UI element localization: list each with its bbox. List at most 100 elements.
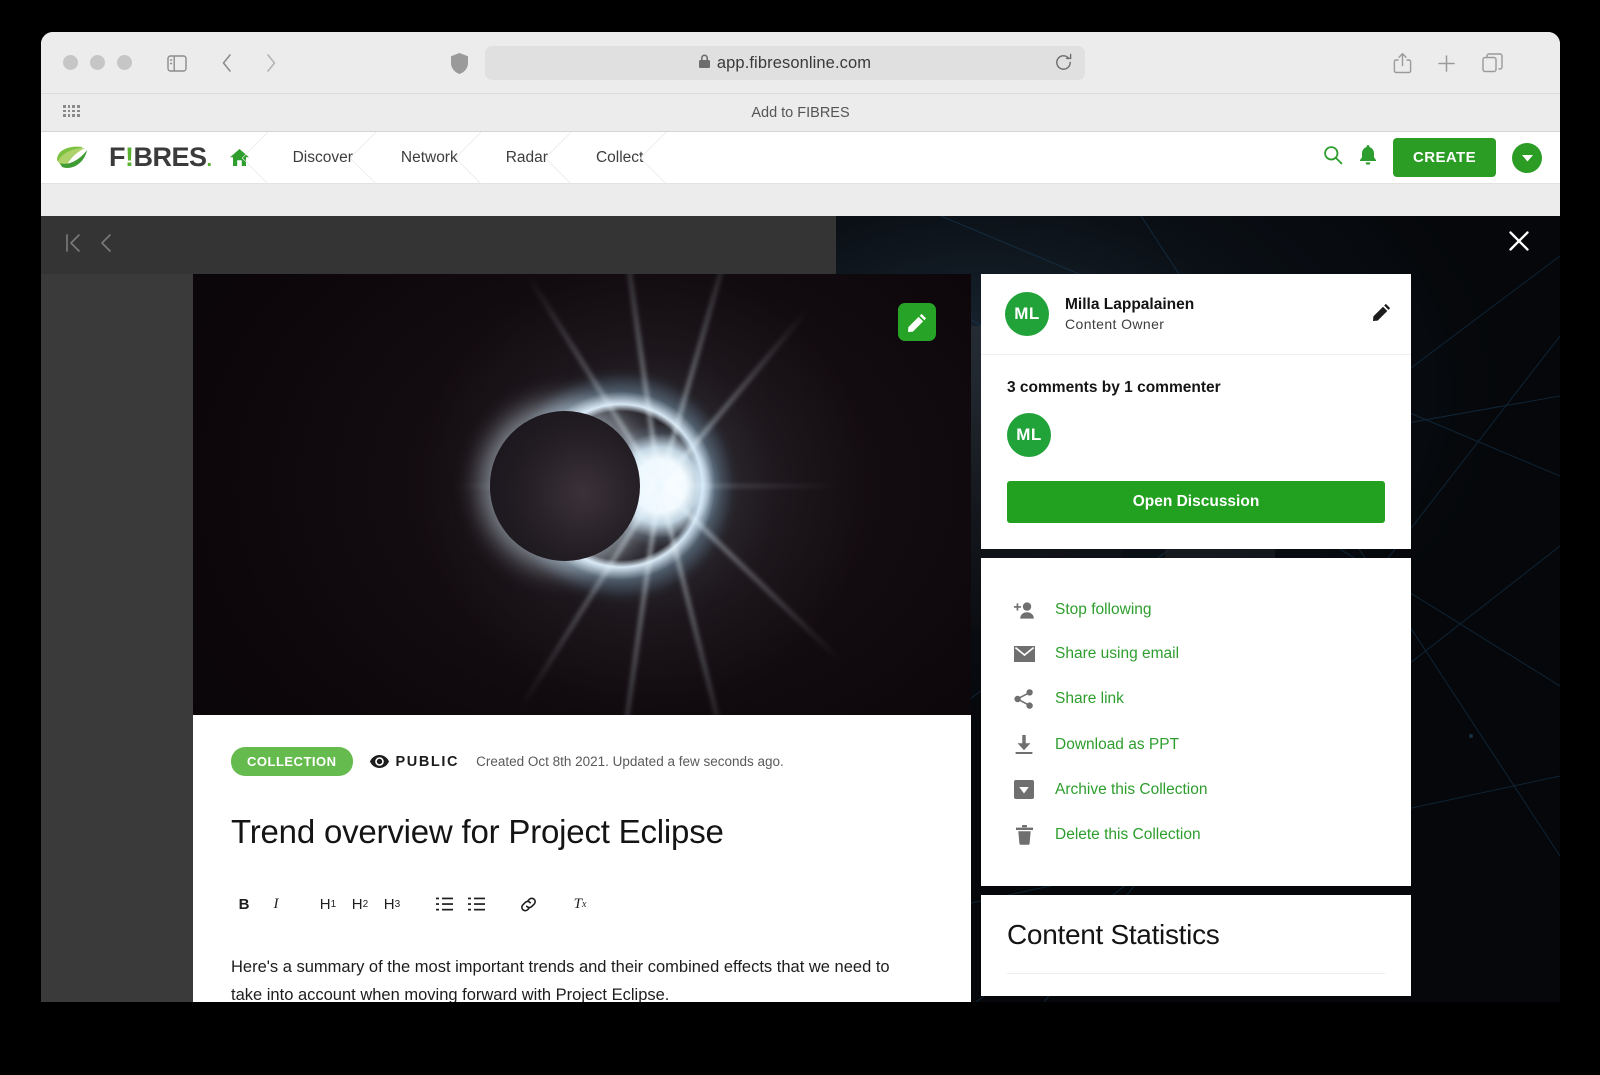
shield-icon[interactable] (446, 50, 472, 76)
address-bar[interactable]: app.fibresonline.com (485, 46, 1085, 80)
action-share-link[interactable]: Share link (981, 676, 1411, 722)
eclipse-photo (193, 274, 971, 715)
browser-toolbar: app.fibresonline.com (41, 32, 1560, 94)
collection-badge: COLLECTION (231, 747, 353, 776)
h3-label: H (383, 895, 395, 913)
account-menu-button[interactable] (1512, 142, 1542, 173)
heading1-button[interactable]: H1 (315, 891, 341, 917)
tab-overview-icon[interactable] (1479, 50, 1505, 76)
nav-label-collect: Collect (595, 148, 644, 166)
nav-label-discover: Discover (292, 148, 353, 166)
bookmark-add-to-fibres[interactable]: Add to FIBRES (751, 105, 849, 121)
meta-row: COLLECTION PUBLIC Created Oct 8th 2021. … (231, 747, 933, 776)
action-label: Delete this Collection (1055, 826, 1201, 843)
page-title: Trend overview for Project Eclipse (231, 813, 724, 850)
notifications-bell-icon[interactable] (1359, 144, 1377, 171)
nav-item-radar[interactable]: Radar (480, 131, 572, 184)
heading2-button[interactable]: H2 (347, 891, 373, 917)
sidebar-toggle-icon[interactable] (164, 50, 190, 76)
right-sidebar: ML Milla Lappalainen Content Owner 3 com… (981, 274, 1411, 1002)
open-discussion-button[interactable]: Open Discussion (1007, 481, 1385, 523)
browser-window: app.fibresonline.com Add to FIBRES F!BRE… (41, 32, 1560, 1002)
owner-panel: ML Milla Lappalainen Content Owner 3 com… (981, 274, 1411, 549)
nav-item-collect[interactable]: Collect (570, 131, 667, 184)
document-paragraph[interactable]: Here's a summary of the most important t… (231, 953, 921, 1002)
previous-item-icon[interactable] (100, 232, 113, 259)
avatar[interactable]: ML (1005, 292, 1049, 336)
ordered-list-button[interactable] (431, 891, 457, 917)
pencil-icon (1373, 303, 1391, 321)
action-stop-following[interactable]: Stop following (981, 588, 1411, 632)
bullet-list-button[interactable] (463, 891, 489, 917)
action-download-ppt[interactable]: Download as PPT (981, 722, 1411, 767)
nav-label-radar: Radar (505, 148, 548, 166)
new-tab-icon[interactable] (1433, 50, 1459, 76)
link-icon (520, 897, 536, 911)
fibres-wordmark: F!BRES. (109, 142, 212, 172)
commenter-avatar[interactable]: ML (1007, 413, 1051, 457)
close-icon[interactable] (1508, 230, 1530, 257)
h1-sub: 1 (330, 898, 337, 910)
back-icon[interactable] (214, 50, 240, 76)
owner-text: Milla Lappalainen Content Owner (1065, 296, 1194, 332)
action-label: Stop following (1055, 601, 1152, 618)
nav-label-network: Network (400, 148, 458, 166)
action-archive-collection[interactable]: Archive this Collection (981, 767, 1411, 812)
sidebar-item-home[interactable] (212, 131, 268, 184)
italic-button[interactable]: I (263, 891, 289, 917)
action-label: Share using email (1055, 645, 1180, 662)
h2-label: H (351, 895, 363, 913)
bullet-list-icon (467, 897, 485, 911)
forward-icon[interactable] (258, 50, 284, 76)
link-button[interactable] (515, 891, 541, 917)
share-icon (1011, 689, 1037, 709)
fibres-logo[interactable]: F!BRES. (55, 142, 212, 173)
reload-icon[interactable] (1054, 53, 1073, 77)
heading3-button[interactable]: H3 (379, 891, 405, 917)
edit-owner-icon[interactable] (1373, 303, 1391, 326)
clear-format-label: T (573, 895, 582, 912)
modal-left-rail (41, 274, 193, 1002)
owner-row: ML Milla Lappalainen Content Owner (981, 274, 1411, 355)
search-icon[interactable] (1323, 145, 1343, 170)
modal-topbar (41, 216, 836, 274)
archive-icon (1011, 780, 1037, 799)
share-icon[interactable] (1389, 50, 1415, 76)
follow-user-icon (1011, 601, 1037, 619)
action-share-email[interactable]: Share using email (981, 632, 1411, 676)
action-label: Share link (1055, 690, 1124, 707)
trash-icon (1011, 825, 1037, 845)
comments-block: 3 comments by 1 commenter ML Open Discus… (981, 355, 1411, 549)
owner-role: Content Owner (1065, 316, 1165, 332)
action-delete-collection[interactable]: Delete this Collection (981, 812, 1411, 858)
nav-item-network[interactable]: Network (375, 131, 481, 184)
chevron-down-icon (1521, 154, 1533, 161)
owner-name: Milla Lappalainen (1065, 296, 1195, 313)
bold-button[interactable]: B (231, 891, 257, 917)
content-card: COLLECTION PUBLIC Created Oct 8th 2021. … (193, 274, 971, 1002)
clear-format-button[interactable]: Tx (567, 891, 593, 917)
edit-cover-button[interactable] (898, 303, 936, 341)
action-label: Archive this Collection (1055, 780, 1208, 798)
email-icon (1011, 646, 1037, 662)
download-icon (1011, 735, 1037, 754)
grid-icon[interactable] (63, 105, 80, 117)
commenter-avatars: ML (1007, 413, 1385, 457)
h3-sub: 3 (394, 898, 401, 910)
nav-item-discover[interactable]: Discover (267, 131, 377, 184)
pencil-icon (907, 313, 926, 332)
home-icon (229, 149, 249, 166)
visibility-label: PUBLIC (395, 753, 460, 770)
maximize-window-button[interactable] (117, 55, 132, 70)
stats-divider (1007, 973, 1385, 974)
h2-sub: 2 (362, 898, 369, 910)
visibility-indicator: PUBLIC (369, 753, 460, 770)
create-button[interactable]: CREATE (1393, 138, 1496, 177)
minimize-window-button[interactable] (90, 55, 105, 70)
eye-icon (369, 755, 389, 768)
first-item-icon[interactable] (65, 232, 82, 259)
lock-icon (698, 54, 710, 73)
content-statistics-panel: Content Statistics (981, 895, 1411, 996)
close-window-button[interactable] (63, 55, 78, 70)
url-text: app.fibresonline.com (716, 53, 872, 72)
